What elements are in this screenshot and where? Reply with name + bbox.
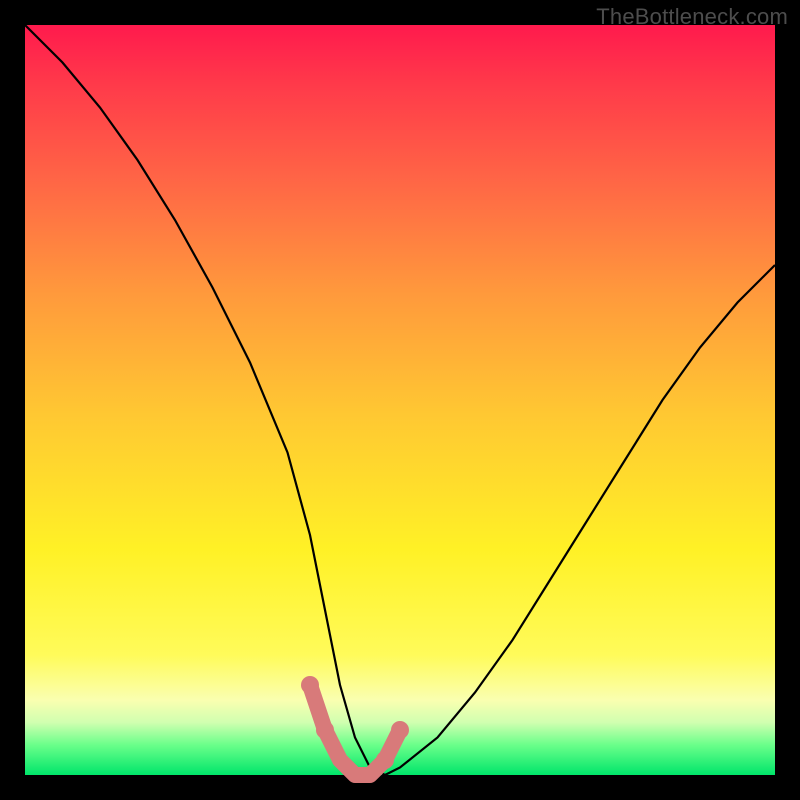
optimal-zone-dot [376, 751, 394, 769]
chart-plot-area [25, 25, 775, 775]
optimal-zone-dot [391, 721, 409, 739]
optimal-zone-dot [301, 676, 319, 694]
chart-svg [25, 25, 775, 775]
watermark-text: TheBottleneck.com [596, 4, 788, 30]
bottleneck-curve [25, 25, 775, 775]
optimal-zone-dot [316, 721, 334, 739]
